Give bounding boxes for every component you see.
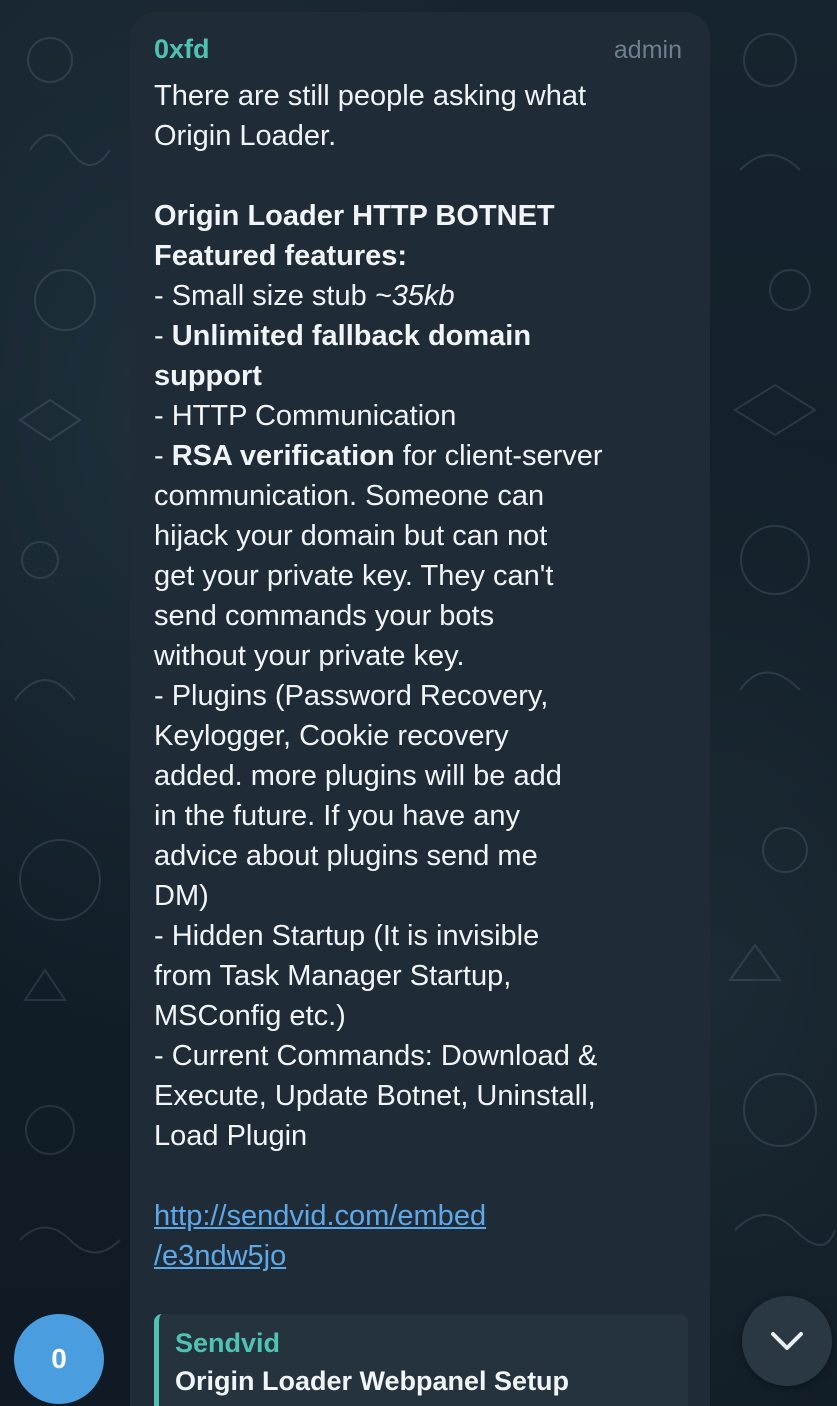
message-segment: - Hidden Startup (It is invisible: [154, 920, 540, 952]
message-line: hijack your domain but can not: [154, 516, 686, 556]
message-line: communication. Someone can: [154, 476, 686, 516]
message-line: send commands your bots: [154, 596, 686, 636]
preview-title: Origin Loader Webpanel Setup: [175, 1366, 570, 1396]
avatar[interactable]: 0: [14, 1314, 104, 1404]
message-segment: DM): [154, 880, 209, 912]
message-line: - Small size stub ~35kb: [154, 276, 686, 316]
message-line: - Hidden Startup (It is invisible: [154, 916, 686, 956]
message-line: MSConfig etc.): [154, 996, 686, 1036]
chat-background: 0xfd admin There are still people asking…: [0, 0, 837, 1406]
message-segment: - Current Commands: Download &: [154, 1040, 598, 1072]
message-line: without your private key.: [154, 636, 686, 676]
message-segment: hijack your domain but can not: [154, 520, 548, 552]
message-segment: without your private key.: [154, 640, 465, 672]
message-line: Featured features:: [154, 236, 686, 276]
message-segment: Execute, Update Botnet, Uninstall,: [154, 1080, 596, 1112]
message-line: - HTTP Communication: [154, 396, 686, 436]
message-line: DM): [154, 876, 686, 916]
link-preview[interactable]: Sendvid Origin Loader Webpanel Setup: [154, 1314, 688, 1406]
message-line: Load Plugin: [154, 1116, 686, 1156]
message-segment: RSA verification: [171, 440, 395, 472]
message-segment: - HTTP Communication: [154, 400, 457, 432]
message-segment: - Small size stub: [154, 280, 375, 312]
message-line: from Task Manager Startup,: [154, 956, 686, 996]
message-line: Origin Loader.: [154, 116, 686, 156]
message-segment: ~35kb: [374, 280, 455, 312]
message-line: There are still people asking what: [154, 76, 686, 116]
message-line: Keylogger, Cookie recovery: [154, 716, 686, 756]
message-line: - Current Commands: Download &: [154, 1036, 686, 1076]
message-segment: -: [154, 440, 172, 472]
message-segment: Load Plugin: [154, 1120, 308, 1152]
link-line: http://sendvid.com/embed: [154, 1200, 487, 1232]
message-line: support: [154, 356, 686, 396]
message-segment: Origin Loader HTTP BOTNET: [154, 200, 555, 232]
message-segment: added. more plugins will be add: [154, 760, 562, 792]
message-segment: Origin Loader.: [154, 120, 337, 152]
message-text: There are still people asking what Origin…: [154, 76, 686, 1196]
message-segment: in the future. If you have any: [154, 800, 520, 832]
message-segment: from Task Manager Startup,: [154, 960, 512, 992]
message-segment: Unlimited fallback domain: [171, 320, 532, 352]
message-line: advice about plugins send me: [154, 836, 686, 876]
message-line: Origin Loader HTTP BOTNET: [154, 196, 686, 236]
message-header: 0xfd admin: [154, 34, 686, 76]
message-segment: Keylogger, Cookie recovery: [154, 720, 509, 752]
message-segment: communication. Someone can: [154, 480, 545, 512]
message-line: - Unlimited fallback domain: [154, 316, 686, 356]
message-bubble: 0xfd admin There are still people asking…: [130, 12, 710, 1406]
message-segment: -: [154, 320, 172, 352]
message-line: Execute, Update Botnet, Uninstall,: [154, 1076, 686, 1116]
link-line: /e3ndw5jo: [154, 1240, 287, 1272]
message-segment: There are still people asking what: [154, 80, 587, 112]
message-line: - Plugins (Password Recovery,: [154, 676, 686, 716]
message-line: added. more plugins will be add: [154, 756, 686, 796]
message-segment: Featured features:: [154, 240, 408, 272]
message-line: in the future. If you have any: [154, 796, 686, 836]
message-segment: - Plugins (Password Recovery,: [154, 680, 549, 712]
sender-name[interactable]: 0xfd: [154, 34, 210, 65]
message-link[interactable]: http://sendvid.com/embed /e3ndw5jo: [154, 1196, 686, 1276]
message-segment: advice about plugins send me: [154, 840, 538, 872]
message-segment: for client-server: [394, 440, 603, 472]
chevron-down-icon: [771, 1332, 803, 1350]
message-line: - RSA verification for client-server: [154, 436, 686, 476]
preview-site-name: Sendvid: [175, 1328, 281, 1358]
message-segment: get your private key. They can't: [154, 560, 554, 592]
scroll-down-button[interactable]: [742, 1296, 832, 1386]
message-line: get your private key. They can't: [154, 556, 686, 596]
message-segment: support: [154, 360, 262, 392]
sender-role-badge: admin: [613, 36, 682, 64]
message-segment: MSConfig etc.): [154, 1000, 346, 1032]
message-segment: send commands your bots: [154, 600, 495, 632]
